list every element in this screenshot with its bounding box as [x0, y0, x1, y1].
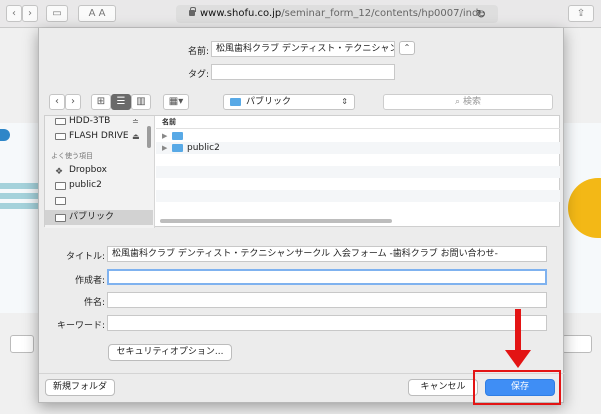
cancel-button[interactable]: キャンセル — [408, 379, 478, 396]
folder-icon — [55, 182, 66, 190]
share-icon[interactable]: ⇪ — [568, 5, 594, 22]
banner-stripe — [0, 193, 40, 199]
address-bar[interactable]: www.shofu.co.jp/seminar_form_12/contents… — [176, 5, 498, 23]
file-row-empty — [156, 166, 560, 178]
chevron-updown-icon: ⇕ — [341, 97, 348, 106]
folder-icon — [172, 143, 183, 152]
lock-icon — [189, 7, 196, 16]
sidebar-item-flash-drive[interactable]: FLASH DRIVE ⏏ — [45, 129, 153, 144]
banner-stripe — [0, 203, 40, 209]
chevron-up-icon[interactable]: ⌃ — [399, 41, 415, 55]
author-label: 作成者: — [74, 276, 105, 286]
eject-icon[interactable]: ≐ — [132, 114, 139, 129]
search-placeholder: 検索 — [462, 97, 481, 107]
sidebar-item-public[interactable]: パブリック — [45, 210, 153, 225]
sidebar-icon[interactable]: ▭ — [46, 5, 68, 22]
forward-button[interactable]: › — [22, 5, 38, 22]
name-field[interactable]: 松風歯科クラブ デンティスト・テクニシャン — [211, 41, 395, 57]
sidebar-item-label: public2 — [69, 180, 102, 190]
subject-label: 件名: — [83, 298, 105, 308]
sidebar-scrollbar[interactable] — [147, 126, 151, 148]
banner-stripe — [0, 183, 40, 189]
subject-field[interactable] — [107, 292, 547, 308]
url-path: /seminar_form_12/contents/hp0007/inde — [281, 8, 485, 19]
list-view-icon[interactable]: ☰ — [111, 94, 131, 110]
group-icon[interactable]: ▦▾ — [163, 94, 189, 110]
reader-button[interactable]: A A — [78, 5, 116, 22]
disclosure-triangle-icon[interactable]: ▶ — [162, 142, 172, 154]
sidebar-item-label: パブリック — [69, 212, 115, 222]
name-label: 名前: — [187, 47, 209, 57]
folder-icon — [230, 98, 241, 106]
icon-view-icon[interactable]: ⊞ — [91, 94, 111, 110]
search-icon: ⌕ — [455, 97, 463, 107]
url-host: www.shofu.co.jp — [200, 8, 282, 19]
reload-icon[interactable]: ↻ — [476, 5, 486, 23]
sidebar-item-hdd[interactable]: HDD-3TB ≐ — [45, 114, 153, 129]
keywords-label: キーワード: — [56, 321, 105, 331]
author-field[interactable] — [107, 269, 547, 285]
annotation-highlight-box — [473, 370, 561, 405]
finder-sidebar: HDD-3TB ≐ FLASH DRIVE ⏏ よく使う項目 ❖ Dropbox… — [45, 116, 155, 228]
eject-icon[interactable]: ⏏ — [132, 129, 140, 144]
sidebar-item-label: HDD-3TB — [69, 116, 111, 126]
file-row-label: public2 — [187, 143, 220, 153]
name-column-header[interactable]: 名前 — [156, 116, 560, 129]
back-button[interactable]: ‹ — [6, 5, 22, 22]
tags-label: タグ: — [187, 70, 209, 80]
security-options-button[interactable]: セキュリティオプション... — [108, 344, 232, 361]
keywords-field[interactable] — [107, 315, 547, 331]
disclosure-triangle-icon[interactable]: ▶ — [162, 130, 172, 142]
file-row[interactable]: ▶ — [156, 130, 560, 142]
column-view-icon[interactable]: ▥ — [131, 94, 151, 110]
folder-icon — [55, 197, 66, 205]
file-list: 名前 ▶ ▶ public2 — [156, 116, 560, 228]
page-field — [562, 335, 592, 353]
favorites-header: よく使う項目 — [51, 152, 93, 160]
annotation-arrow-head — [505, 350, 531, 368]
browser-toolbar: ‹ › ▭ A A www.shofu.co.jp/seminar_form_1… — [0, 0, 601, 28]
new-folder-button[interactable]: 新規フォルダ — [45, 379, 115, 396]
title-field[interactable]: 松風歯科クラブ デンティスト・テクニシャンサークル 入会フォーム -歯科クラブ … — [107, 246, 547, 262]
title-label: タイトル: — [65, 252, 105, 262]
forward-nav-button[interactable]: › — [65, 94, 81, 110]
file-row-empty — [156, 154, 560, 166]
drive-icon — [55, 133, 66, 140]
folder-icon — [55, 214, 66, 222]
file-row[interactable]: ▶ public2 — [156, 142, 560, 154]
tags-field[interactable] — [211, 64, 395, 80]
annotation-arrow — [515, 309, 521, 353]
sidebar-item-label: FLASH DRIVE — [69, 131, 129, 141]
page-field — [10, 335, 34, 353]
location-popup[interactable]: パブリック ⇕ — [223, 94, 355, 110]
back-nav-button[interactable]: ‹ — [49, 94, 65, 110]
sidebar-item-label: Dropbox — [69, 165, 107, 175]
sidebar-item-public2[interactable]: public2 — [45, 178, 153, 193]
horizontal-scrollbar[interactable] — [160, 219, 392, 223]
search-input[interactable]: ⌕ 検索 — [383, 94, 553, 110]
sidebar-item-blank[interactable] — [45, 193, 153, 208]
file-row-empty — [156, 178, 560, 190]
file-row-empty — [156, 190, 560, 202]
folder-icon — [172, 131, 183, 140]
location-label: パブリック — [246, 97, 292, 107]
file-browser: HDD-3TB ≐ FLASH DRIVE ⏏ よく使う項目 ❖ Dropbox… — [44, 115, 560, 228]
drive-icon — [55, 118, 66, 125]
save-dialog: 名前: 松風歯科クラブ デンティスト・テクニシャン ⌃ タグ: ‹ › ⊞ ☰ … — [38, 28, 565, 403]
sidebar-item-dropbox[interactable]: ❖ Dropbox — [45, 163, 153, 178]
